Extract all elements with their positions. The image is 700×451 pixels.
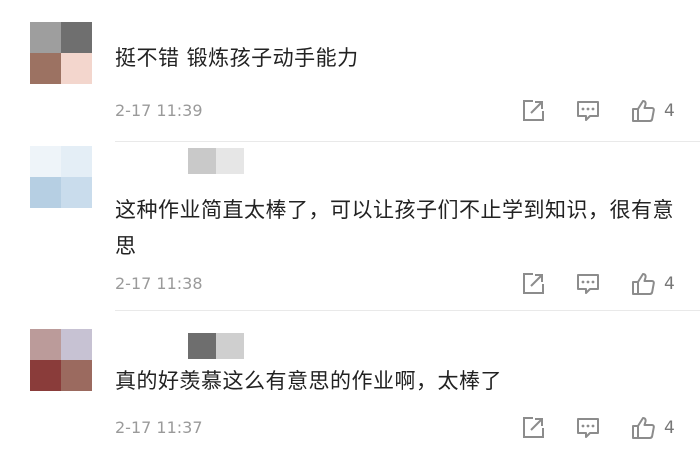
like-count: 4 (664, 418, 675, 438)
share-icon (523, 100, 544, 121)
share-button[interactable] (520, 98, 546, 124)
like-count: 4 (664, 274, 675, 294)
comment-list: 挺不错 锻炼孩子动手能力 2-17 11:39 4 这种作业简直太棒了，可以让孩… (0, 0, 700, 451)
comment-meta: 2-17 11:39 4 (115, 98, 700, 126)
comment-time: 2-17 11:37 (115, 418, 203, 437)
avatar[interactable] (30, 329, 92, 391)
share-icon (523, 417, 544, 438)
reply-icon (577, 418, 599, 438)
comment-item: 挺不错 锻炼孩子动手能力 2-17 11:39 4 (0, 0, 700, 142)
like-button[interactable]: 4 (630, 271, 675, 297)
comment-text: 真的好羡慕这么有意思的作业啊，太棒了 (115, 369, 502, 393)
username-blurred[interactable] (188, 148, 244, 174)
share-icon (523, 273, 544, 294)
like-count: 4 (664, 101, 675, 121)
comment-item: 真的好羡慕这么有意思的作业啊，太棒了 2-17 11:37 4 (0, 311, 700, 451)
thumbs-up-icon (632, 100, 655, 122)
share-button[interactable] (520, 415, 546, 441)
share-button[interactable] (520, 271, 546, 297)
username-blurred[interactable] (188, 333, 244, 359)
comment-time: 2-17 11:39 (115, 101, 203, 120)
like-button[interactable]: 4 (630, 98, 675, 124)
thumbs-up-icon (632, 273, 655, 295)
reply-button[interactable] (575, 271, 601, 297)
avatar[interactable] (30, 146, 92, 208)
comment-text: 挺不错 锻炼孩子动手能力 (115, 46, 359, 70)
reply-button[interactable] (575, 98, 601, 124)
like-button[interactable]: 4 (630, 415, 675, 441)
comment-meta: 2-17 11:38 4 (115, 271, 700, 299)
reply-icon (577, 101, 599, 121)
reply-icon (577, 274, 599, 294)
comment-meta: 2-17 11:37 4 (115, 415, 700, 443)
comment-text: 这种作业简直太棒了，可以让孩子们不止学到知识，很有意思 (115, 198, 674, 258)
reply-button[interactable] (575, 415, 601, 441)
avatar[interactable] (30, 22, 92, 84)
comment-item: 这种作业简直太棒了，可以让孩子们不止学到知识，很有意思 2-17 11:38 4 (0, 142, 700, 311)
comment-time: 2-17 11:38 (115, 274, 203, 293)
thumbs-up-icon (632, 417, 655, 439)
